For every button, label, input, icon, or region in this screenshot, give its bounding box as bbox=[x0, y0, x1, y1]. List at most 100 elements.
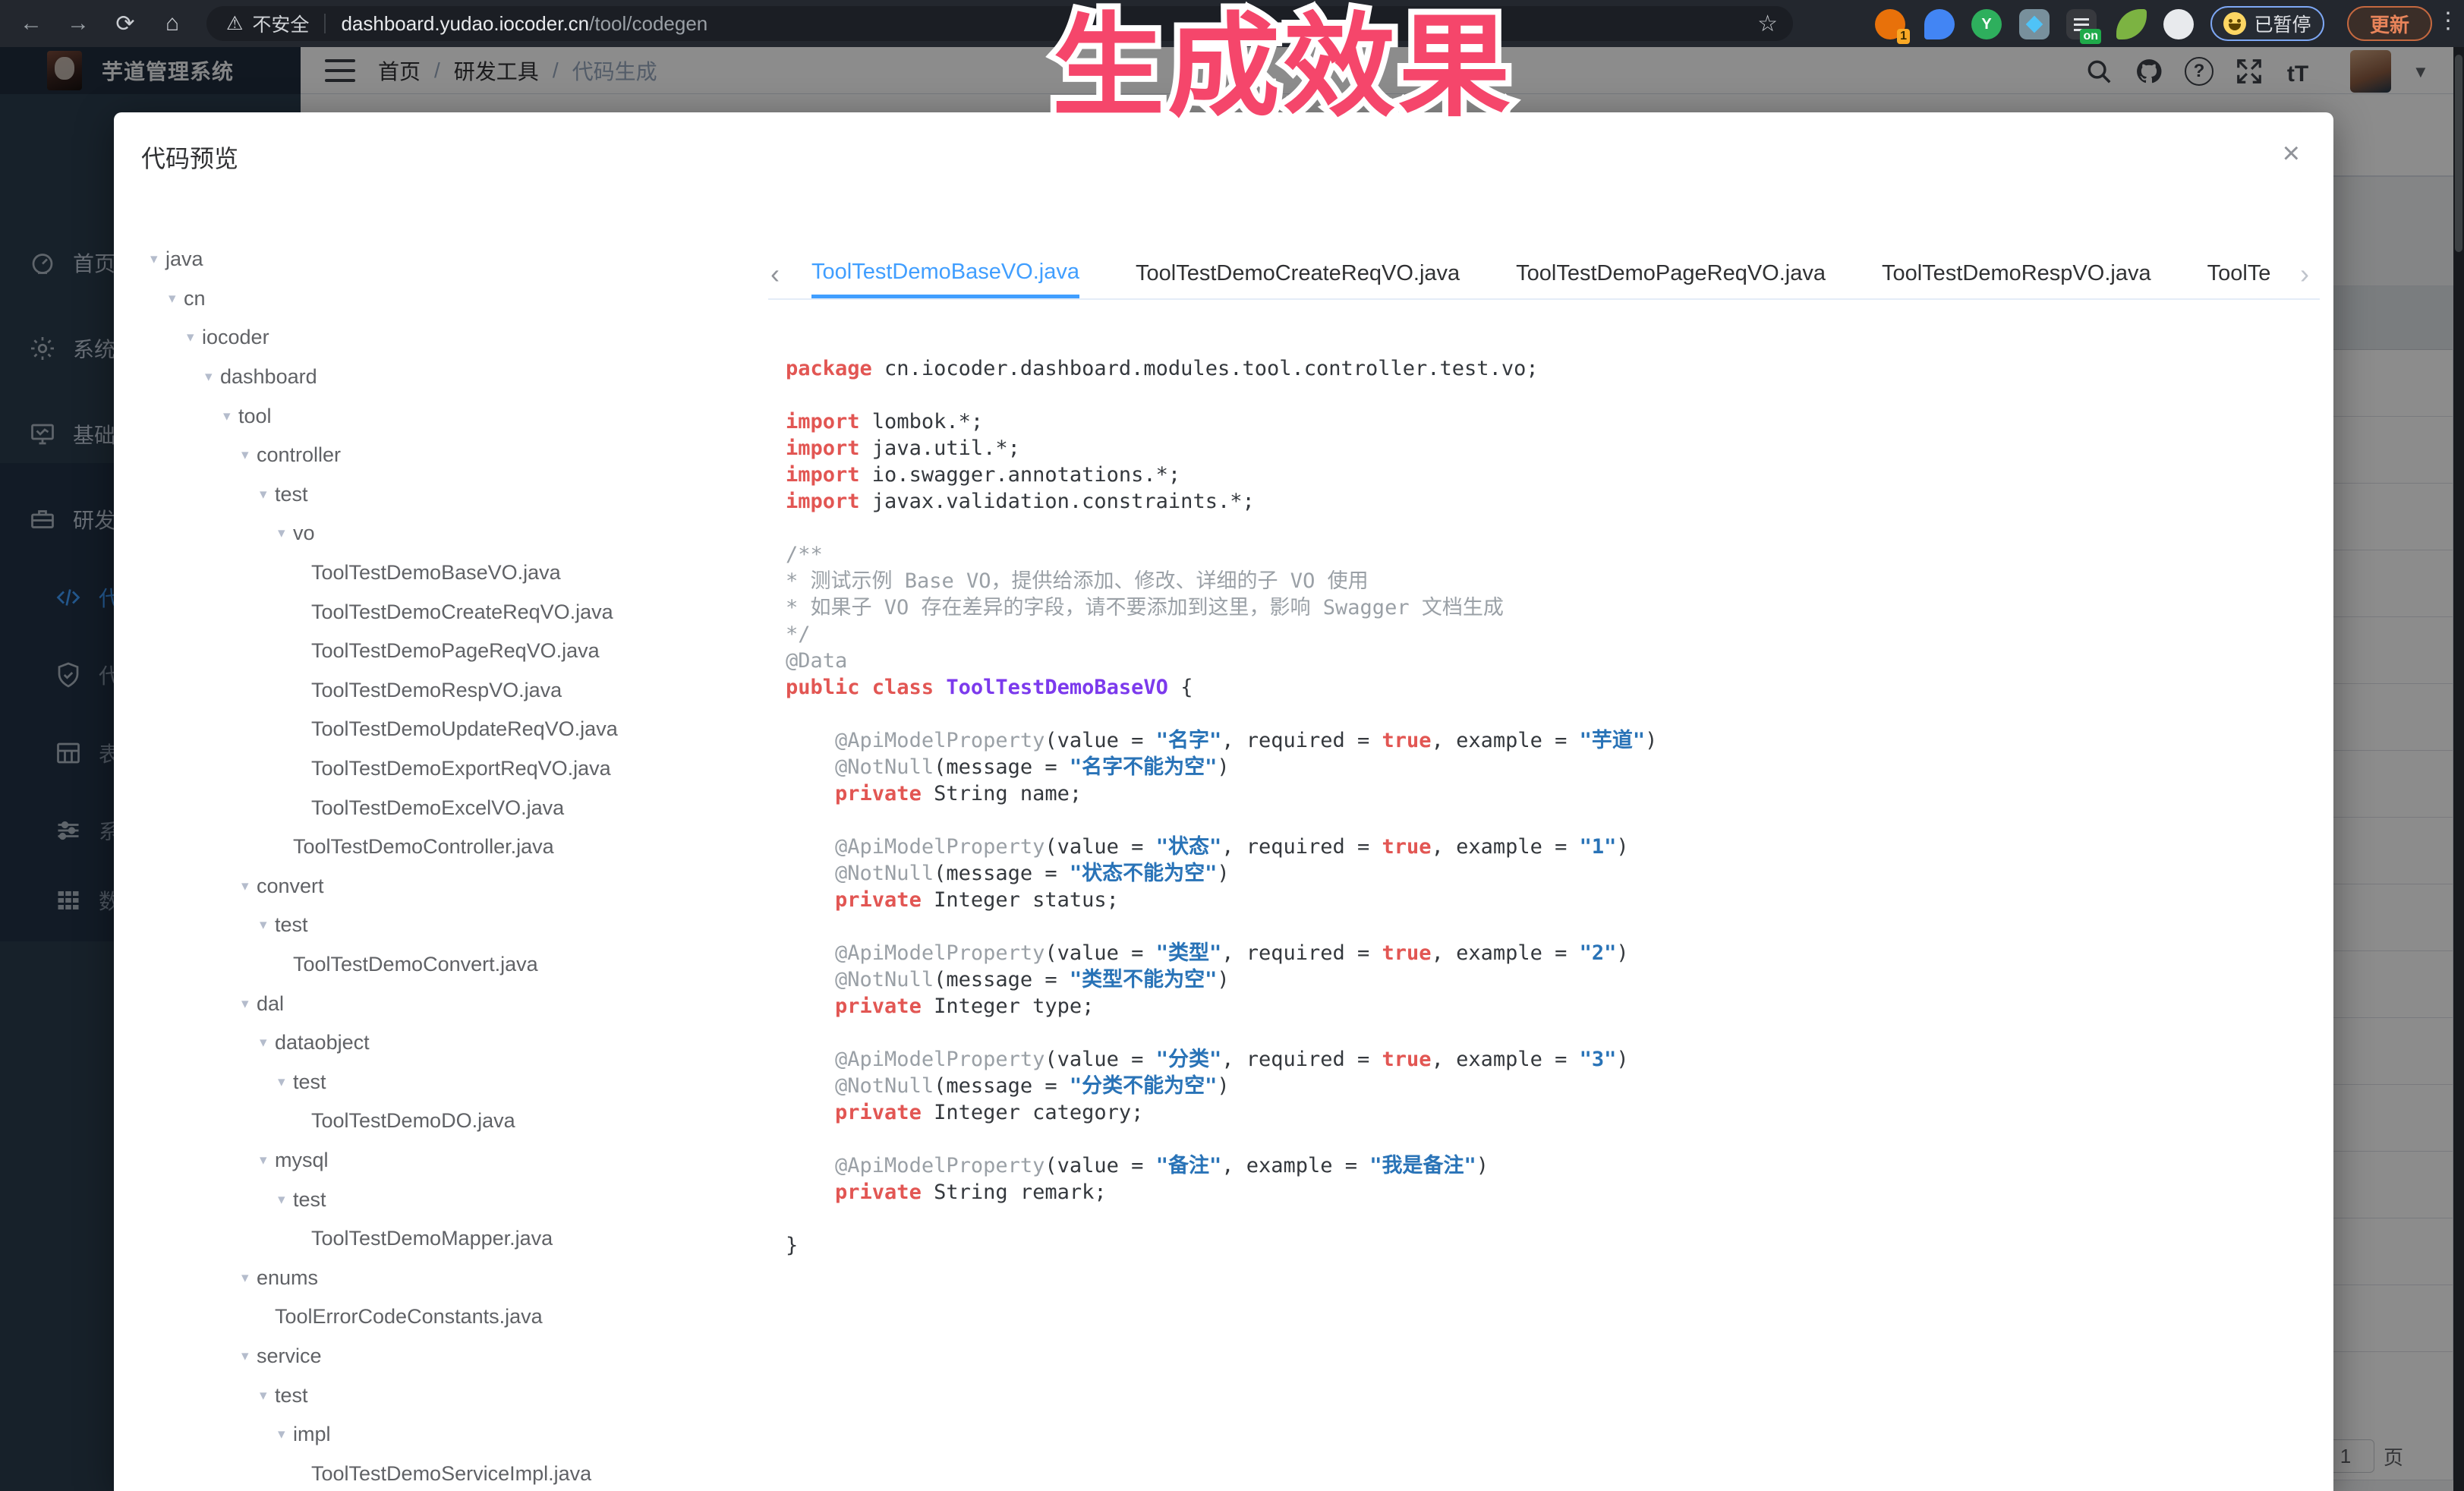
caret-down-icon[interactable]: ▾ bbox=[150, 251, 165, 268]
tree-file[interactable]: ToolTestDemoServiceImpl.java bbox=[114, 1454, 767, 1491]
caret-down-icon[interactable]: ▾ bbox=[260, 1387, 275, 1404]
caret-down-icon[interactable]: ▾ bbox=[241, 1348, 257, 1365]
caret-down-icon[interactable]: ▾ bbox=[241, 446, 257, 464]
forward-icon: → bbox=[67, 11, 90, 36]
caret-down-icon[interactable]: ▾ bbox=[278, 525, 293, 542]
tree-item-label: mysql bbox=[275, 1149, 329, 1172]
code-line: import lombok.*; bbox=[786, 408, 2311, 435]
caret-down-icon[interactable]: ▾ bbox=[260, 1152, 275, 1169]
tree-file[interactable]: ToolTestDemoUpdateReqVO.java bbox=[114, 710, 767, 749]
dialog-title: 代码预览 bbox=[141, 140, 238, 175]
tree-file[interactable]: ToolTestDemoMapper.java bbox=[114, 1219, 767, 1259]
tree-file[interactable]: ToolTestDemoPageReqVO.java bbox=[114, 632, 767, 671]
tree-item-label: ToolTestDemoPageReqVO.java bbox=[311, 639, 600, 663]
tree-file[interactable]: ToolTestDemoController.java bbox=[114, 827, 767, 867]
extension-dark-icon[interactable]: on bbox=[2066, 9, 2097, 39]
caret-down-icon[interactable]: ▾ bbox=[187, 329, 202, 346]
browser-forward-button[interactable]: → bbox=[61, 6, 96, 41]
tree-file[interactable]: ToolTestDemoExportReqVO.java bbox=[114, 749, 767, 789]
tree-file[interactable]: ToolTestDemoBaseVO.java bbox=[114, 553, 767, 593]
url-host: dashboard.yudao.iocoder.cn bbox=[341, 12, 589, 36]
file-tab[interactable]: ToolTestDemoCreateReqVO.java bbox=[1136, 249, 1460, 298]
browser-scrollbar[interactable] bbox=[2453, 47, 2464, 1491]
tree-item-label: dal bbox=[257, 992, 284, 1016]
paused-profile-button[interactable]: 已暂停 bbox=[2210, 6, 2324, 41]
tree-folder[interactable]: ▾dataobject bbox=[114, 1023, 767, 1063]
caret-down-icon[interactable]: ▾ bbox=[260, 486, 275, 503]
tabs-prev-button[interactable]: ‹ bbox=[770, 249, 790, 298]
extension-leaf-icon[interactable] bbox=[2116, 9, 2147, 39]
tree-folder[interactable]: ▾impl bbox=[114, 1415, 767, 1455]
file-tree: ▾java▾cn▾iocoder▾dashboard▾tool▾controll… bbox=[114, 240, 767, 1491]
tree-folder[interactable]: ▾tool bbox=[114, 396, 767, 436]
tree-folder[interactable]: ▾test bbox=[114, 1062, 767, 1102]
browser-chrome: ← → ⟳ ⌂ ⚠ 不安全 dashboard.yudao.iocoder.cn… bbox=[0, 0, 2464, 47]
tree-file[interactable]: ToolErrorCodeConstants.java bbox=[114, 1297, 767, 1337]
tree-folder[interactable]: ▾mysql bbox=[114, 1141, 767, 1181]
tree-file[interactable]: ToolTestDemoConvert.java bbox=[114, 945, 767, 985]
warning-icon: ⚠ bbox=[226, 12, 243, 35]
file-tab[interactable]: ToolTestDemoBaseVO.java bbox=[811, 249, 1079, 298]
caret-down-icon[interactable]: ▾ bbox=[169, 290, 184, 307]
browser-menu-button[interactable]: ⋮ bbox=[2435, 8, 2461, 34]
tree-folder[interactable]: ▾test bbox=[114, 1376, 767, 1415]
tree-item-label: java bbox=[165, 247, 203, 271]
tree-item-label: test bbox=[275, 913, 308, 937]
code-line: @Data bbox=[786, 648, 2311, 674]
caret-down-icon[interactable]: ▾ bbox=[260, 1034, 275, 1051]
tree-folder[interactable]: ▾java bbox=[114, 240, 767, 279]
code-preview-dialog: 代码预览 × ▾java▾cn▾iocoder▾dashboard▾tool▾c… bbox=[114, 112, 2333, 1491]
tree-file[interactable]: ToolTestDemoCreateReqVO.java bbox=[114, 592, 767, 632]
extension-puzzle-icon[interactable] bbox=[2163, 9, 2194, 39]
file-tab[interactable]: ToolTestDemoRespVO.java bbox=[1882, 249, 2151, 298]
tree-file[interactable]: ToolTestDemoRespVO.java bbox=[114, 671, 767, 711]
tree-folder[interactable]: ▾enums bbox=[114, 1258, 767, 1297]
url-bar[interactable]: ⚠ 不安全 dashboard.yudao.iocoder.cn/tool/co… bbox=[206, 6, 1793, 41]
tree-folder[interactable]: ▾controller bbox=[114, 436, 767, 475]
tree-folder[interactable]: ▾vo bbox=[114, 514, 767, 553]
tree-folder[interactable]: ▾convert bbox=[114, 867, 767, 906]
tab-list: ToolTestDemoBaseVO.java ToolTestDemoCreat… bbox=[811, 249, 2286, 298]
security-badge[interactable]: 不安全 bbox=[252, 10, 309, 37]
tree-item-label: ToolTestDemoUpdateReqVO.java bbox=[311, 717, 618, 741]
browser-back-button[interactable]: ← bbox=[14, 6, 49, 41]
caret-down-icon[interactable]: ▾ bbox=[278, 1426, 293, 1443]
extension-pin-icon[interactable] bbox=[1924, 9, 1955, 39]
caret-down-icon[interactable]: ▾ bbox=[241, 995, 257, 1013]
caret-down-icon[interactable]: ▾ bbox=[241, 878, 257, 895]
browser-reload-button[interactable]: ⟳ bbox=[108, 6, 143, 41]
extension-green-icon[interactable]: Y bbox=[1971, 9, 2002, 39]
tree-file[interactable]: ToolTestDemoDO.java bbox=[114, 1102, 767, 1141]
tree-file[interactable]: ToolTestDemoExcelVO.java bbox=[114, 788, 767, 827]
tree-folder[interactable]: ▾cn bbox=[114, 279, 767, 319]
tree-folder[interactable]: ▾iocoder bbox=[114, 318, 767, 358]
extension-grey-icon[interactable] bbox=[2019, 9, 2050, 39]
extension-orange-icon[interactable]: 1 bbox=[1875, 9, 1905, 39]
tree-item-label: service bbox=[257, 1344, 322, 1368]
caret-down-icon[interactable]: ▾ bbox=[241, 1269, 257, 1287]
code-line: @NotNull(message = "状态不能为空") bbox=[786, 860, 2311, 887]
caret-down-icon[interactable]: ▾ bbox=[278, 1191, 293, 1209]
tree-folder[interactable]: ▾dal bbox=[114, 984, 767, 1023]
tree-folder[interactable]: ▾service bbox=[114, 1337, 767, 1376]
update-button[interactable]: 更新 bbox=[2347, 6, 2432, 41]
tree-folder[interactable]: ▾test bbox=[114, 1180, 767, 1219]
tree-item-label: ToolTestDemoDO.java bbox=[311, 1109, 515, 1133]
code-line bbox=[786, 515, 2311, 541]
file-tab[interactable]: ToolTe bbox=[2207, 249, 2271, 298]
file-tab[interactable]: ToolTestDemoPageReqVO.java bbox=[1516, 249, 1826, 298]
tree-folder[interactable]: ▾test bbox=[114, 906, 767, 945]
caret-down-icon[interactable]: ▾ bbox=[278, 1073, 293, 1091]
home-icon: ⌂ bbox=[165, 11, 179, 36]
caret-down-icon[interactable]: ▾ bbox=[223, 408, 238, 425]
bookmark-star-icon[interactable]: ☆ bbox=[1757, 11, 1778, 37]
tree-folder[interactable]: ▾dashboard bbox=[114, 358, 767, 397]
scrollbar-thumb[interactable] bbox=[2455, 55, 2462, 252]
caret-down-icon[interactable]: ▾ bbox=[205, 368, 220, 386]
caret-down-icon[interactable]: ▾ bbox=[260, 916, 275, 934]
browser-home-button[interactable]: ⌂ bbox=[155, 6, 190, 41]
tree-folder[interactable]: ▾test bbox=[114, 475, 767, 515]
tree-item-label: ToolErrorCodeConstants.java bbox=[275, 1305, 543, 1329]
tabs-next-button[interactable]: › bbox=[2300, 249, 2320, 298]
file-tabs: ‹ ToolTestDemoBaseVO.java ToolTestDemoCre… bbox=[768, 249, 2320, 300]
